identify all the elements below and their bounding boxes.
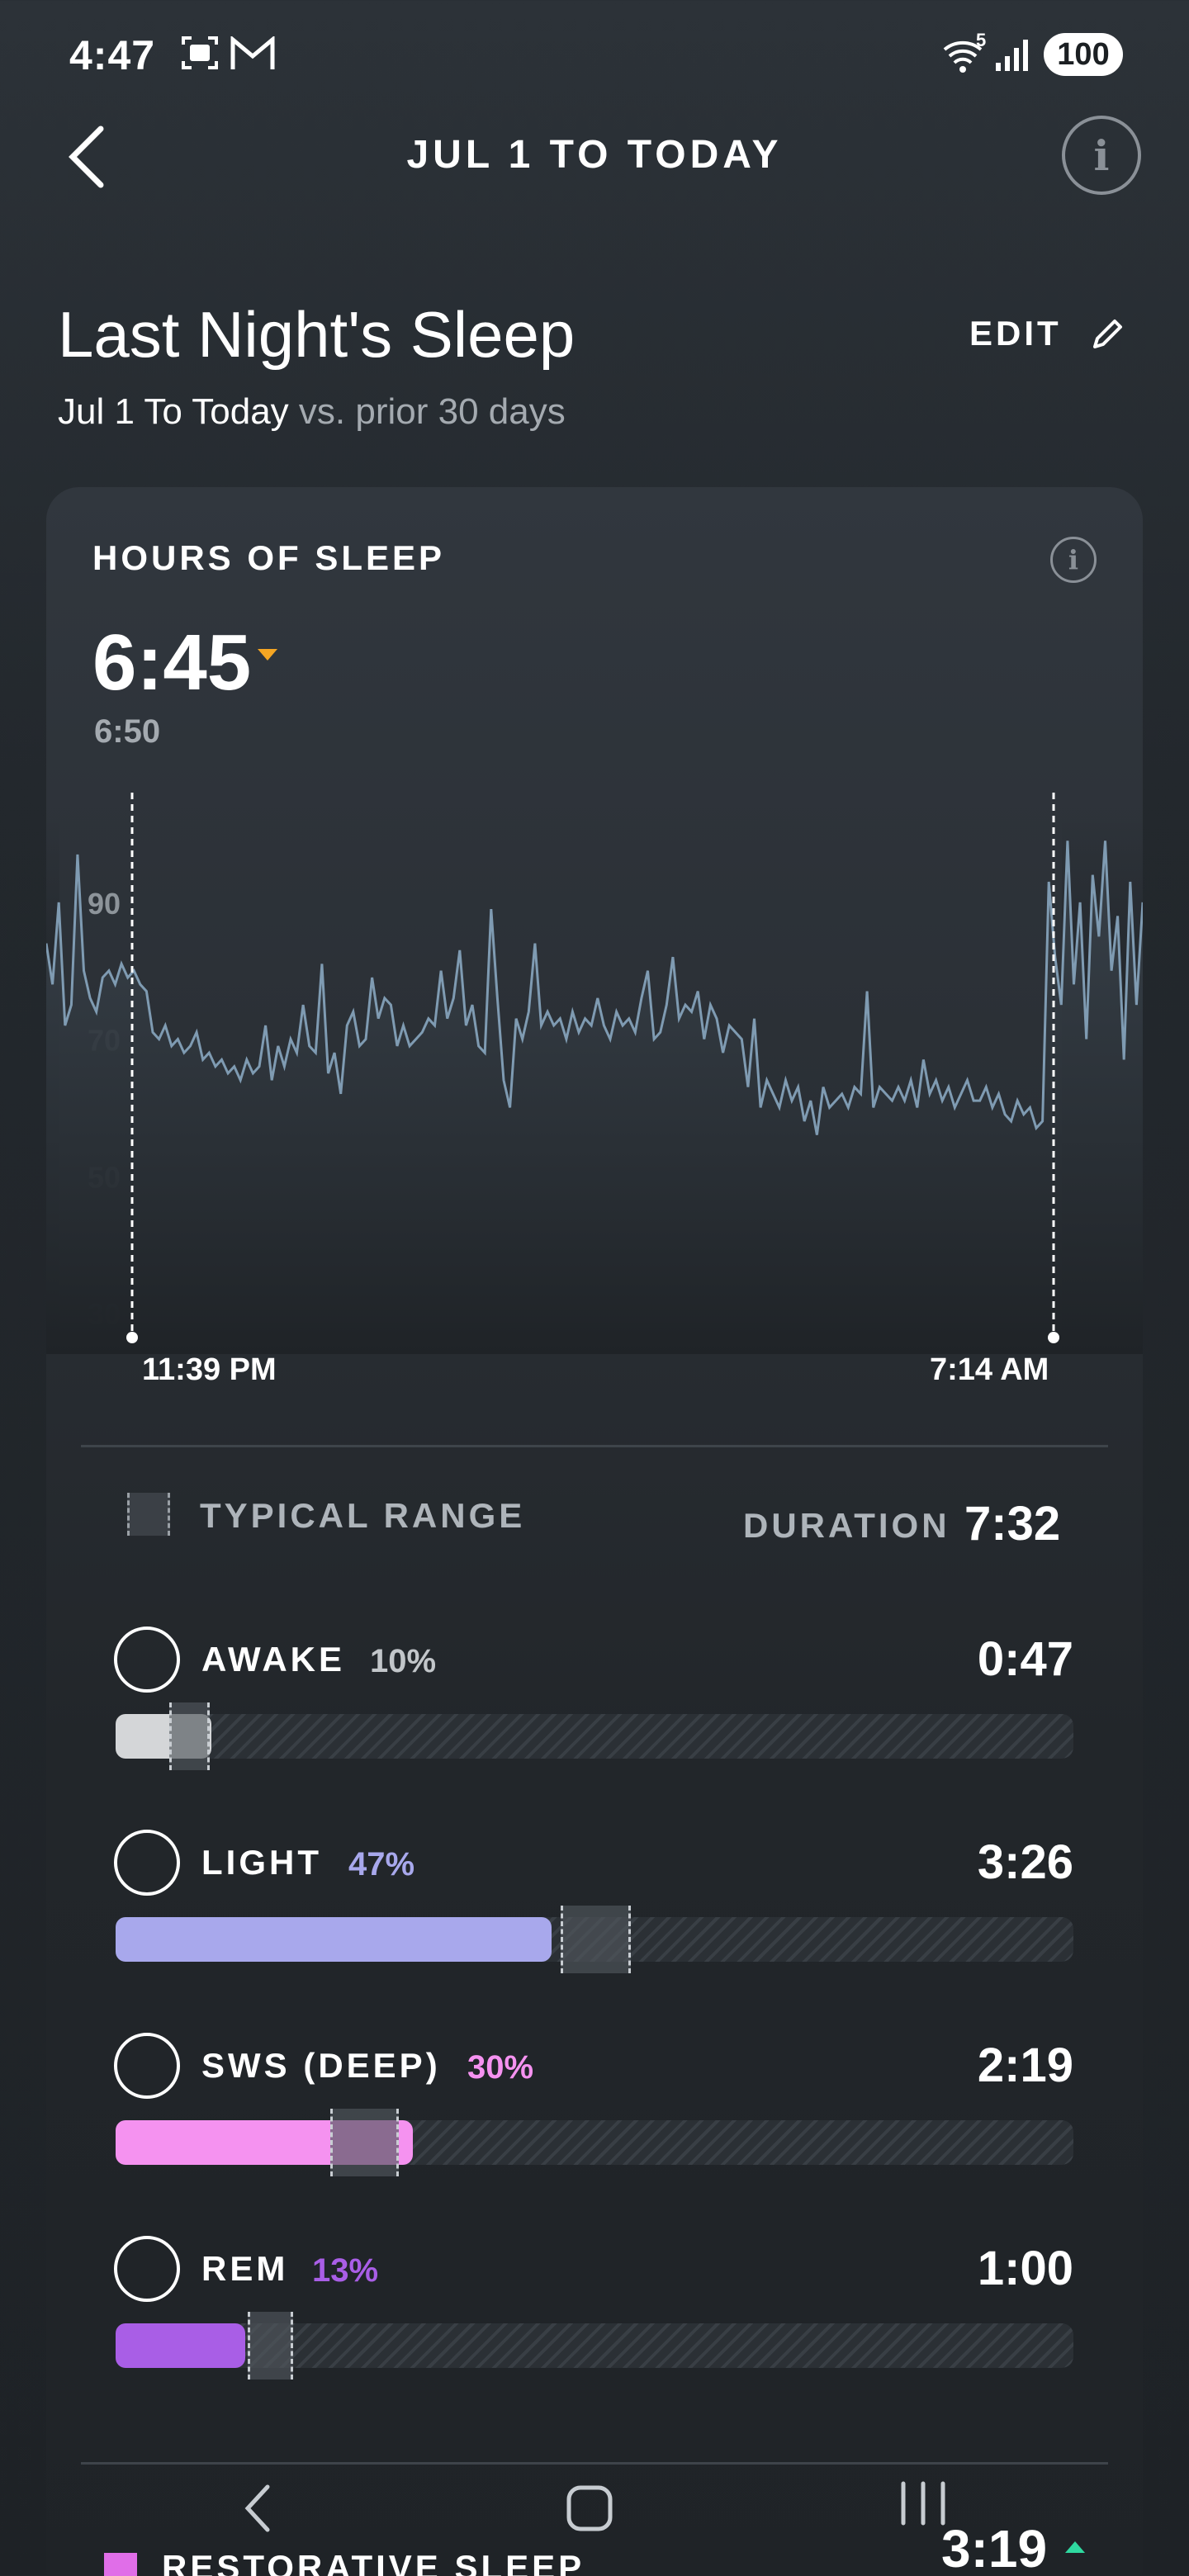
hours-of-sleep-value: 6:45 [92,618,252,707]
stage-circle-icon [114,1627,180,1693]
stage-percent: 47% [348,1846,415,1882]
duration-label: DURATION [743,1506,950,1545]
stage-name: LIGHT [201,1843,322,1882]
restorative-value: 3:19 [941,2519,1048,2576]
stage-percent: 30% [467,2049,534,2086]
baseline-value: 6:50 [94,713,161,750]
stage-bar [116,1906,1073,1973]
typical-range-label: TYPICAL RANGE [200,1496,526,1535]
stage-bar [116,2312,1073,2379]
stage-percent: 10% [370,1643,437,1679]
duration-value: 7:32 [964,1497,1061,1551]
typical-range-marker [168,1702,210,1770]
screenshot-icon [178,33,221,81]
stage-circle-icon [114,1830,180,1896]
home-nav-icon[interactable] [565,2484,614,2537]
stage-time: 0:47 [977,1632,1073,1686]
header-title: JUL 1 TO TODAY [406,133,783,177]
edit-button[interactable]: EDIT [969,314,1126,353]
recents-nav-icon[interactable] [897,2480,950,2531]
subtitle: Jul 1 To Today vs. prior 30 days [58,391,566,433]
sleep-start-time: 11:39 PM [142,1352,277,1387]
divider [81,1445,1108,1447]
gmail-icon [230,35,276,79]
info-icon: i [1093,130,1110,180]
restorative-swatch [104,2553,137,2576]
typical-range-marker [329,2109,400,2176]
subtitle-compare: vs. prior 30 days [288,391,566,432]
info-icon: i [1068,544,1079,575]
wifi-icon: 5 [941,30,988,78]
card-info-button[interactable]: i [1050,537,1097,583]
stage-percent: 13% [312,2252,379,2289]
sleep-start-dot [126,1332,138,1343]
sleep-end-dot [1048,1332,1059,1343]
y-tick-label: 90 [88,887,121,921]
wifi-label: 5 [976,30,987,50]
typical-range-marker [248,2312,293,2379]
card-title: HOURS OF SLEEP [92,538,446,577]
trend-up-icon [1065,2541,1085,2553]
info-button[interactable]: i [1062,116,1141,195]
stage-bar [116,2109,1073,2176]
stage-bar-fill [116,2323,245,2368]
sleep-end-time: 7:14 AM [930,1352,1049,1387]
battery-indicator: 100 [1044,33,1123,76]
signal-icon [994,36,1030,77]
status-time: 4:47 [69,32,156,78]
page-title: Last Night's Sleep [58,298,576,371]
divider [81,2462,1108,2465]
restorative-label: RESTORATIVE SLEEP [162,2548,585,2576]
stage-name: SWS (DEEP) [201,2046,441,2085]
subtitle-range: Jul 1 To Today [58,391,289,432]
stage-circle-icon [114,2033,180,2099]
heart-rate-chart: 90705030 [46,793,1143,1354]
chart-area [46,841,1143,1354]
stage-circle-icon [114,2236,180,2302]
stage-time: 1:00 [977,2242,1073,2295]
typical-range-swatch [127,1493,170,1536]
stage-bar [116,1702,1073,1770]
stage-name: AWAKE [201,1640,346,1679]
stage-bar-fill [116,1917,552,1962]
back-nav-icon[interactable] [239,2482,276,2539]
stage-time: 2:19 [977,2039,1073,2092]
trend-down-icon [258,649,277,661]
pencil-icon [1092,320,1122,348]
stage-name: REM [201,2249,289,2288]
edit-label: EDIT [969,314,1062,353]
typical-range-marker [561,1906,632,1973]
stage-time: 3:26 [977,1835,1073,1889]
